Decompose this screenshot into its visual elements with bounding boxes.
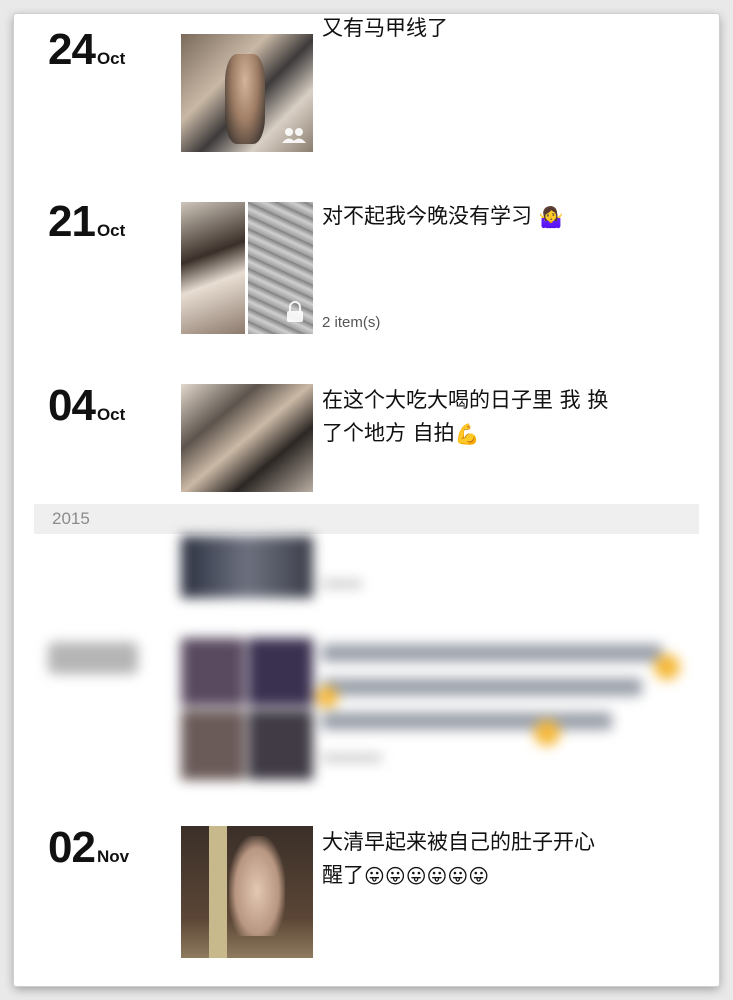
- tongue-emoji-row: 😛😛😛😛😛😛: [364, 864, 490, 888]
- entry-caption: 对不起我今晚没有学习 🤷‍♀️: [322, 204, 564, 229]
- blurred-text: [322, 644, 662, 662]
- entry-day: 04: [48, 381, 96, 430]
- blurred-text: [322, 754, 382, 762]
- friends-icon: [281, 127, 307, 148]
- photo-thumbnail[interactable]: [181, 826, 313, 958]
- entry-day: 02: [48, 823, 96, 872]
- entry-date: 21 Oct: [48, 200, 125, 244]
- blurred-thumbnail: [181, 536, 313, 598]
- entry-day: 21: [48, 197, 96, 246]
- blurred-text: [322, 678, 642, 696]
- entry-month: Oct: [96, 221, 126, 240]
- year-header: 2015: [34, 504, 699, 534]
- entry-caption: 在这个大吃大喝的日子里 我 换 了个地方 自拍💪: [322, 388, 609, 446]
- lock-icon: [285, 301, 305, 328]
- entry-day: 24: [48, 25, 96, 74]
- entry-caption: 又有马甲线了: [322, 16, 448, 40]
- photo-thumbnail[interactable]: [181, 34, 313, 152]
- entry-date: 02 Nov: [48, 826, 129, 870]
- entry-date: 24 Oct: [48, 28, 125, 72]
- blurred-date: [48, 642, 138, 674]
- item-count: 2 item(s): [322, 314, 381, 331]
- entry-date: 04 Oct: [48, 384, 125, 428]
- flexed-biceps-emoji: 💪: [454, 422, 480, 446]
- entry-month: Nov: [96, 847, 130, 866]
- entry-month: Oct: [96, 405, 126, 424]
- blurred-text: [322, 580, 362, 588]
- entry-month: Oct: [96, 49, 126, 68]
- shrug-emoji: 🤷‍♀️: [538, 205, 564, 229]
- photo-thumbnail[interactable]: [181, 384, 313, 492]
- moments-timeline: 24 Oct 又有马甲线了 21 Oct 对不起我今晚没有学习 🤷‍♀️ 2 ite…: [14, 14, 719, 986]
- photo-thumbnail-grid[interactable]: [181, 202, 313, 334]
- blurred-text: [322, 712, 612, 730]
- entry-caption: 大清早起来被自己的肚子开心 醒了😛😛😛😛😛😛: [322, 830, 595, 888]
- blurred-thumbnail-grid: [181, 638, 313, 780]
